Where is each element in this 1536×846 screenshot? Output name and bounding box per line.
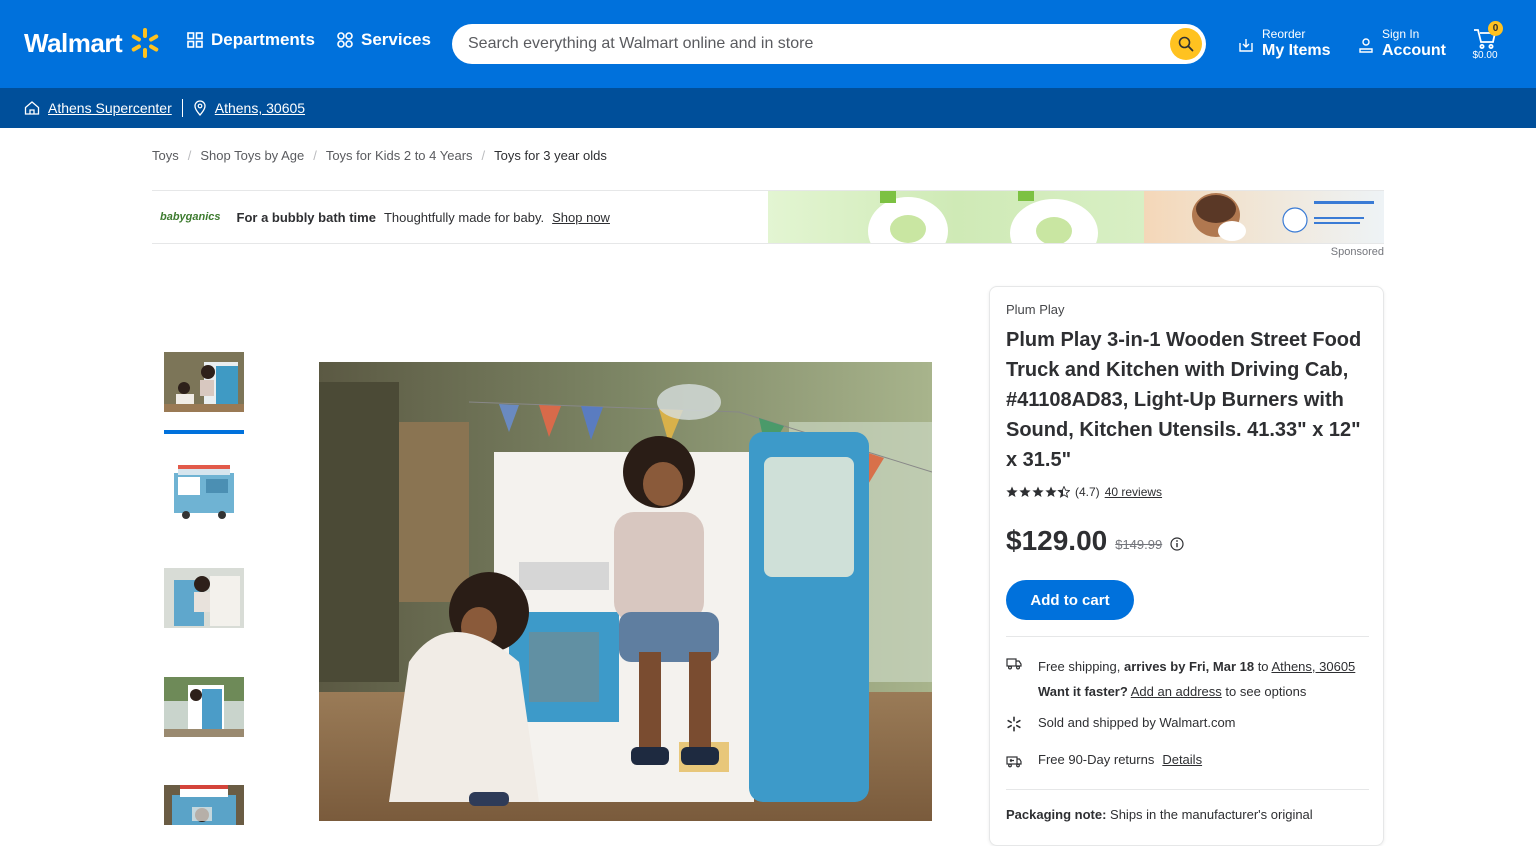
logo-text: Walmart	[24, 27, 123, 58]
product-brand[interactable]: Plum Play	[1006, 302, 1065, 317]
buy-box: Plum Play Plum Play 3-in-1 Wooden Street…	[989, 286, 1384, 846]
thumbnail-3[interactable]	[164, 568, 244, 628]
returns-info: Free 90-Day returns Details	[1006, 752, 1202, 769]
returns-icon	[1006, 756, 1022, 768]
departments-button[interactable]: Departments	[187, 30, 315, 50]
add-address-link[interactable]: Add an address	[1131, 684, 1222, 699]
ad-product-image	[768, 191, 1144, 243]
search-button[interactable]	[1170, 28, 1202, 60]
breadcrumb-toys-2-to-4[interactable]: Toys for Kids 2 to 4 Years	[326, 148, 473, 163]
add-to-cart-button[interactable]: Add to cart	[1006, 580, 1134, 620]
sign-in-account-link[interactable]: Sign In Account	[1358, 28, 1446, 61]
cart-total: $0.00	[1472, 50, 1498, 61]
rating-value: (4.7)	[1075, 485, 1100, 499]
shipping-to: to	[1254, 659, 1272, 674]
ad-shop-now-link[interactable]: Shop now	[552, 210, 610, 225]
returns-text: Free 90-Day returns	[1038, 752, 1155, 767]
ad-lifestyle-image	[1144, 191, 1384, 243]
search-input[interactable]	[468, 35, 1170, 53]
services-label: Services	[361, 30, 431, 49]
departments-label: Departments	[211, 30, 315, 49]
thumbnail-1[interactable]	[164, 352, 244, 412]
location-bar: Athens Supercenter Athens, 30605	[0, 88, 1536, 128]
breadcrumb-separator: /	[313, 148, 317, 163]
rating-row: (4.7) 40 reviews	[1006, 485, 1162, 499]
faster-suffix: to see options	[1221, 684, 1307, 699]
sponsored-ad-banner[interactable]: babyganics For a bubbly bath time Though…	[152, 190, 1384, 244]
was-price: $149.99	[1115, 536, 1163, 552]
location-divider	[181, 99, 183, 117]
store-selector[interactable]: Athens Supercenter	[24, 100, 172, 116]
signin-big-text: Account	[1382, 42, 1446, 59]
shipping-line: Free shipping, arrives by Fri, Mar 18 to…	[1038, 654, 1355, 679]
active-thumbnail-indicator	[164, 430, 244, 434]
reorder-my-items-link[interactable]: Reorder My Items	[1238, 28, 1330, 61]
star-icon	[1006, 486, 1070, 498]
sponsored-label: Sponsored	[1330, 246, 1384, 258]
reorder-big-text: My Items	[1262, 42, 1331, 59]
spark-icon	[1007, 716, 1021, 732]
ad-subtext: Thoughtfully made for baby.	[383, 209, 545, 225]
ad-headline: For a bubbly bath time	[236, 209, 376, 225]
info-icon[interactable]	[1170, 537, 1184, 551]
breadcrumb-shop-toys-by-age[interactable]: Shop Toys by Age	[200, 148, 304, 163]
sold-by-text: Sold and shipped by Walmart.com	[1038, 715, 1236, 730]
store-icon	[24, 101, 40, 115]
cart-button[interactable]: 0 $0.00	[1472, 21, 1512, 64]
seller-info: Sold and shipped by Walmart.com	[1006, 715, 1236, 732]
spark-icon	[131, 28, 159, 58]
arrival-date: arrives by Fri, Mar 18	[1124, 659, 1255, 674]
search-icon	[1178, 36, 1194, 52]
user-icon	[1359, 37, 1373, 53]
grid-icon	[187, 32, 203, 48]
location-pin-icon	[194, 100, 206, 116]
store-name: Athens Supercenter	[48, 100, 172, 116]
product-title: Plum Play 3-in-1 Wooden Street Food Truc…	[1006, 329, 1362, 471]
packaging-note: Packaging note: Ships in the manufacture…	[1006, 807, 1313, 822]
breadcrumb-toys[interactable]: Toys	[152, 148, 179, 163]
reorder-small-text: Reorder	[1262, 27, 1306, 41]
packaging-label: Packaging note:	[1006, 807, 1107, 822]
rating-stars	[1006, 486, 1070, 498]
thumbnail-5[interactable]	[164, 785, 244, 825]
main-product-image[interactable]	[319, 362, 932, 821]
zip-selector[interactable]: Athens, 30605	[193, 100, 305, 116]
cart-count-badge: 0	[1488, 21, 1503, 36]
packaging-text: Ships in the manufacturer's original	[1106, 807, 1313, 822]
zip-code: Athens, 30605	[214, 100, 306, 116]
current-price: $129.00	[1006, 525, 1108, 556]
faster-line: Want it faster? Add an address to see op…	[1038, 679, 1355, 704]
reviews-link[interactable]: 40 reviews	[1105, 485, 1162, 499]
truck-icon	[1006, 658, 1022, 670]
breadcrumb-separator: /	[481, 148, 486, 163]
breadcrumb: Toys / Shop Toys by Age / Toys for Kids …	[152, 148, 607, 163]
search-bar	[452, 24, 1206, 64]
reorder-icon	[1239, 38, 1253, 52]
shipping-prefix: Free shipping,	[1038, 659, 1124, 674]
shipping-zip-link[interactable]: Athens, 30605	[1271, 659, 1355, 674]
thumbnail-2[interactable]	[164, 459, 244, 519]
thumbnail-4[interactable]	[164, 677, 244, 737]
breadcrumb-separator: /	[187, 148, 192, 163]
signin-small-text: Sign In	[1382, 27, 1420, 41]
price-row: $129.00 $149.99	[1006, 525, 1184, 557]
walmart-logo[interactable]: Walmart	[24, 26, 162, 60]
ad-brand-logo: babyganics	[160, 211, 221, 223]
top-header: Walmart Departments Services Reorder	[0, 0, 1536, 88]
divider	[1006, 789, 1369, 790]
breadcrumb-current: Toys for 3 year olds	[494, 148, 607, 163]
shipping-info: Free shipping, arrives by Fri, Mar 18 to…	[1006, 654, 1355, 704]
divider	[1006, 636, 1369, 637]
want-faster-text: Want it faster?	[1038, 684, 1128, 699]
returns-details-link[interactable]: Details	[1162, 752, 1202, 767]
services-button[interactable]: Services	[337, 30, 431, 50]
services-icon	[337, 32, 353, 48]
